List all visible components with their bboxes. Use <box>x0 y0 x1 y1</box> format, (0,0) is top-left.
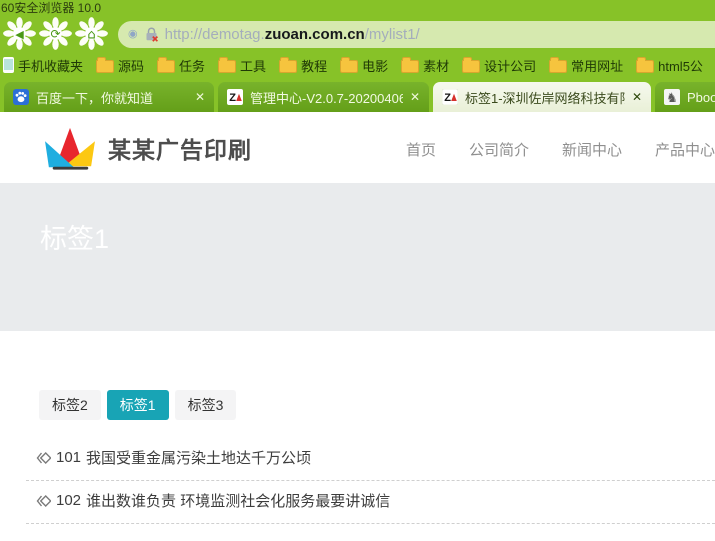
tags-icon <box>36 451 51 465</box>
tab-close-icon[interactable]: ✕ <box>632 90 642 104</box>
window-title: 60安全浏览器 10.0 <box>1 1 101 15</box>
tab-title: Pboot <box>687 90 715 105</box>
browser-tab-pboot[interactable]: ♞ Pboot <box>655 82 715 112</box>
url-path: /mylist1/ <box>365 26 420 43</box>
folder-icon <box>96 60 114 73</box>
browser-window: 60安全浏览器 10.0 ◀ ⟳ ⌂ ◉ http://demotag.zuoa… <box>0 0 715 541</box>
bookmarks-bar: 手机收藏夹 源码 任务 工具 教程 电影 素材 设计公司 常用网址 html5公… <box>0 52 715 78</box>
bookmark-label: 源码 <box>118 56 144 75</box>
nav-item-news-center[interactable]: 新闻中心 <box>562 139 622 160</box>
bookmark-label: 电影 <box>362 56 388 75</box>
bookmark-label: 任务 <box>179 56 205 75</box>
web-page: 某某广告印刷 首页 公司简介 新闻中心 产品中心 标签1 标签2 标签1 标签3 <box>0 112 715 541</box>
news-item-number: 102 <box>56 492 81 509</box>
site-mode-icon[interactable]: ◉ <box>128 29 138 40</box>
bookmark-folder-changyongwangzhi[interactable]: 常用网址 <box>549 56 623 75</box>
folder-icon <box>636 60 654 73</box>
refresh-button[interactable]: ⟳ <box>39 17 72 50</box>
bookmark-label: 素材 <box>423 56 449 75</box>
za-logo-icon: Z <box>442 89 458 105</box>
back-icon: ◀ <box>15 28 24 41</box>
tab-title: 标签1-深圳佐岸网络科技有限 <box>465 88 625 107</box>
page-banner: 标签1 <box>0 183 715 331</box>
back-button[interactable]: ◀ <box>3 17 36 50</box>
news-list-item[interactable]: 102 谁出数谁负责 环境监测社会化服务最要讲诚信 <box>26 481 715 524</box>
news-list: 101 我国受重金属污染土地达千万公顷 102 谁出数谁负责 环境监测社会化服务… <box>26 438 715 524</box>
refresh-icon: ⟳ <box>50 27 60 41</box>
bookmark-label: html5公 <box>658 56 703 75</box>
bookmark-label: 工具 <box>240 56 266 75</box>
page-content: 标签2 标签1 标签3 101 我国受重金属污染土地达千万公顷 <box>0 331 715 524</box>
svg-text:Z: Z <box>444 92 451 104</box>
bookmark-folder-jiaocheng[interactable]: 教程 <box>279 56 327 75</box>
news-item-title: 我国受重金属污染土地达千万公顷 <box>86 447 311 468</box>
crown-logo-icon <box>41 124 99 172</box>
folder-icon <box>401 60 419 73</box>
browser-tab-tag1-active[interactable]: Z 标签1-深圳佐岸网络科技有限 ✕ <box>433 82 651 112</box>
news-item-number: 101 <box>56 449 81 466</box>
folder-icon <box>340 60 358 73</box>
bookmark-mobile-favorites[interactable]: 手机收藏夹 <box>3 56 83 75</box>
knight-icon: ♞ <box>664 89 680 105</box>
tags-icon <box>36 494 51 508</box>
folder-icon <box>549 60 567 73</box>
folder-icon <box>462 60 480 73</box>
insecure-lock-icon[interactable] <box>145 27 158 42</box>
news-list-item[interactable]: 101 我国受重金属污染土地达千万公顷 <box>26 438 715 481</box>
nav-item-company-profile[interactable]: 公司简介 <box>469 139 529 160</box>
filter-tab-1-active[interactable]: 标签1 <box>107 390 169 420</box>
browser-tab-strip: 百度一下，你就知道 ✕ Z 管理中心-V2.0.7-20200406 ✕ Z 标… <box>0 78 715 112</box>
bookmark-label: 手机收藏夹 <box>18 56 83 75</box>
filter-tab-3[interactable]: 标签3 <box>175 390 237 420</box>
bookmark-folder-shejigongsi[interactable]: 设计公司 <box>462 56 536 75</box>
folder-icon <box>279 60 297 73</box>
tab-close-icon[interactable]: ✕ <box>195 90 205 104</box>
tab-close-icon[interactable]: ✕ <box>410 90 420 104</box>
url-prefix: http://demotag. <box>165 26 265 43</box>
filter-tab-group: 标签2 标签1 标签3 <box>39 390 715 420</box>
phone-icon <box>3 57 14 73</box>
browser-tab-baidu[interactable]: 百度一下，你就知道 ✕ <box>4 82 214 112</box>
site-logo-text: 某某广告印刷 <box>108 131 252 165</box>
bookmark-folder-yuanma[interactable]: 源码 <box>96 56 144 75</box>
home-button[interactable]: ⌂ <box>75 17 108 50</box>
news-item-title: 谁出数谁负责 环境监测社会化服务最要讲诚信 <box>86 490 390 511</box>
baidu-paw-icon <box>13 89 29 105</box>
nav-item-product-center[interactable]: 产品中心 <box>655 139 715 160</box>
bookmark-folder-html5[interactable]: html5公 <box>636 56 703 75</box>
bookmark-label: 设计公司 <box>484 56 536 75</box>
tab-title: 百度一下，你就知道 <box>36 88 188 107</box>
filter-tab-2[interactable]: 标签2 <box>39 390 101 420</box>
svg-text:Z: Z <box>229 92 236 104</box>
za-logo-icon: Z <box>227 89 243 105</box>
bookmark-label: 教程 <box>301 56 327 75</box>
browser-tab-admin-center[interactable]: Z 管理中心-V2.0.7-20200406 ✕ <box>218 82 429 112</box>
folder-icon <box>157 60 175 73</box>
browser-titlebar: 60安全浏览器 10.0 <box>0 0 715 17</box>
browser-toolbar: ◀ ⟳ ⌂ ◉ http://demotag.zuoan.com.cn/myli… <box>0 17 715 52</box>
url-domain: zuoan.com.cn <box>265 26 365 43</box>
bookmark-folder-dianying[interactable]: 电影 <box>340 56 388 75</box>
site-nav: 首页 公司简介 新闻中心 产品中心 <box>406 139 715 160</box>
nav-item-home[interactable]: 首页 <box>406 139 436 160</box>
bookmark-folder-renwu[interactable]: 任务 <box>157 56 205 75</box>
folder-icon <box>218 60 236 73</box>
site-logo[interactable]: 某某广告印刷 <box>41 124 252 172</box>
banner-title: 标签1 <box>40 217 715 256</box>
bookmark-folder-sucai[interactable]: 素材 <box>401 56 449 75</box>
url-text[interactable]: http://demotag.zuoan.com.cn/mylist1/ <box>165 26 420 43</box>
svg-text:♞: ♞ <box>666 90 678 105</box>
bookmark-label: 常用网址 <box>571 56 623 75</box>
bookmark-folder-gongju[interactable]: 工具 <box>218 56 266 75</box>
tab-title: 管理中心-V2.0.7-20200406 <box>250 88 403 107</box>
address-bar[interactable]: ◉ http://demotag.zuoan.com.cn/mylist1/ <box>118 21 715 48</box>
site-header: 某某广告印刷 首页 公司简介 新闻中心 产品中心 <box>0 112 715 183</box>
home-icon: ⌂ <box>87 28 95 43</box>
